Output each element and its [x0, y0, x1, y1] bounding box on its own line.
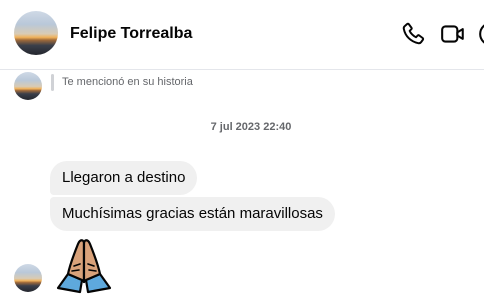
chat-header: Felipe Torrealba [0, 0, 484, 70]
sender-avatar[interactable] [14, 72, 42, 100]
contact-avatar[interactable] [14, 11, 58, 55]
chat-window: Felipe Torrealba Te mencionó en su histo… [0, 0, 484, 308]
message-bubble[interactable]: Llegaron a destino [50, 161, 198, 195]
story-mention-row: Te mencionó en su historia [0, 70, 484, 100]
folded-hands-emoji-icon[interactable] [54, 236, 114, 294]
video-call-icon[interactable] [440, 21, 466, 47]
info-icon[interactable] [478, 21, 484, 47]
conversation-timestamp: 7 jul 2023 22:40 [210, 121, 292, 133]
story-reply-bar [51, 74, 54, 91]
story-mention-text[interactable]: Te mencionó en su historia [62, 76, 193, 88]
contact-name[interactable]: Felipe Torrealba [70, 25, 192, 43]
message-bubble[interactable]: Muchísimas gracias están maravillosas [50, 197, 335, 231]
phone-icon[interactable] [400, 21, 426, 47]
sender-avatar[interactable] [14, 264, 42, 292]
